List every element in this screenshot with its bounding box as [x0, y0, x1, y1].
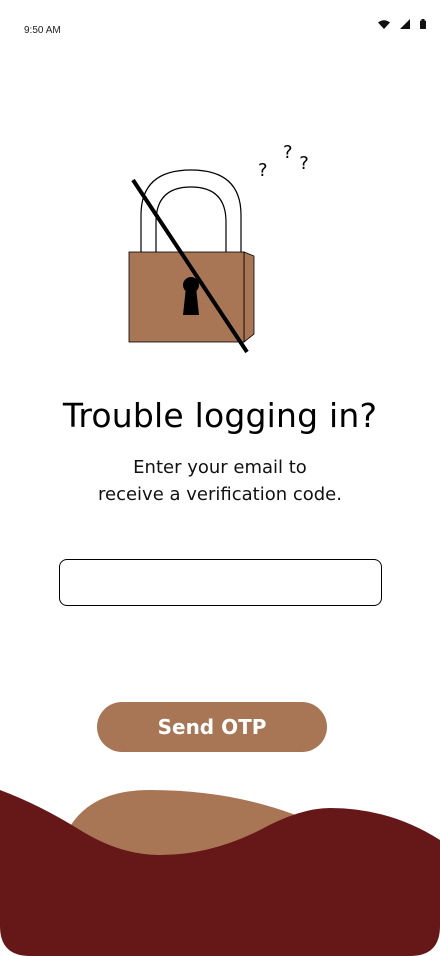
status-icons — [378, 19, 426, 29]
send-otp-button[interactable]: Send OTP — [97, 702, 327, 752]
question-mark: ? — [299, 153, 309, 174]
status-time: 9:50 AM — [24, 25, 61, 36]
wifi-icon — [378, 19, 390, 29]
question-mark: ? — [258, 160, 268, 181]
battery-icon — [420, 19, 426, 29]
cellular-signal-icon — [400, 19, 410, 29]
locked-padlock-illustration: ? ? ? — [128, 142, 309, 354]
subtitle-line: receive a verification code. — [98, 484, 342, 505]
status-bar: 9:50 AM — [0, 0, 440, 56]
decorative-waves — [0, 790, 440, 956]
page-title: Trouble logging in? — [62, 396, 378, 435]
page-subtitle: Enter your email to receive a verificati… — [0, 454, 440, 508]
email-field[interactable] — [59, 559, 382, 606]
question-mark: ? — [283, 142, 293, 163]
subtitle-line: Enter your email to — [133, 457, 307, 478]
keyhole-icon — [183, 277, 199, 315]
